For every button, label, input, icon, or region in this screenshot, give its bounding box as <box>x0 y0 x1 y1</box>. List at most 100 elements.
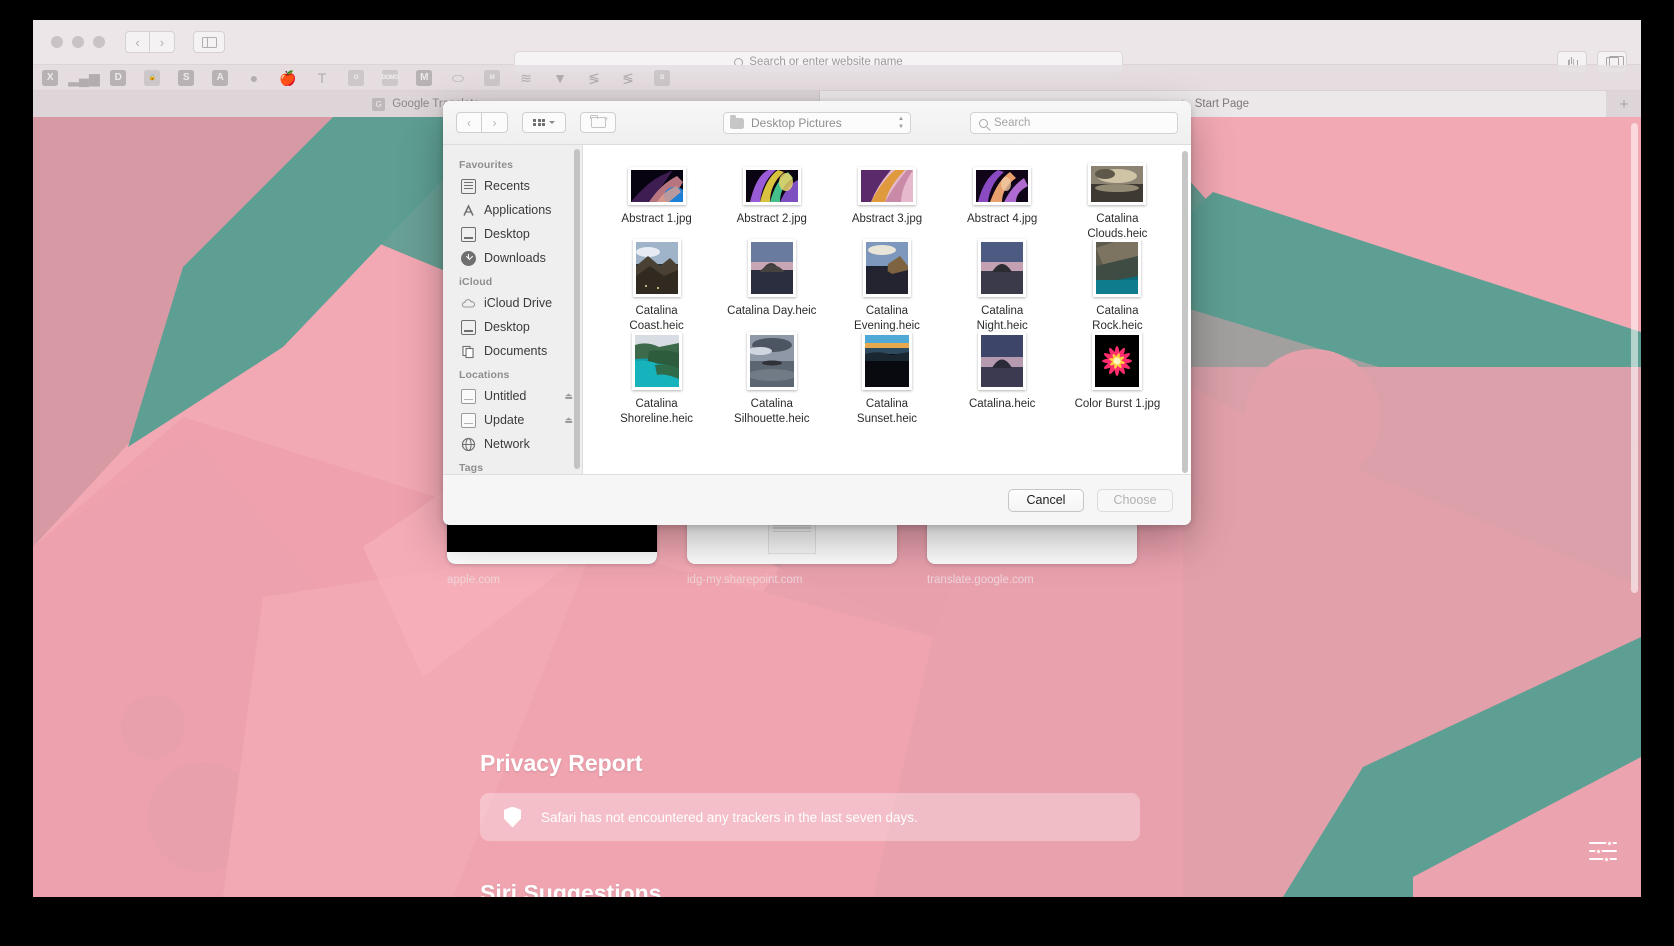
sliders-icon[interactable] <box>1589 839 1617 863</box>
sidebar-scrollbar[interactable] <box>574 149 580 469</box>
file-thumbnail[interactable] <box>628 167 686 205</box>
bookmark-a[interactable]: A <box>203 70 237 86</box>
dialog-body: Favourites Recents Applications Desktop <box>443 145 1191 474</box>
forward-button[interactable]: › <box>150 31 175 53</box>
sidebar-item-network[interactable]: Network <box>443 432 582 456</box>
file-thumbnail[interactable] <box>747 332 797 390</box>
file-item[interactable]: Catalina Evening.heic <box>829 255 944 333</box>
bookmark-m-dark[interactable]: M <box>407 70 441 86</box>
new-folder-button[interactable] <box>580 112 616 133</box>
privacy-report-card[interactable]: Safari has not encountered any trackers … <box>480 793 1140 841</box>
bookmark-m-light[interactable]: M <box>475 70 509 86</box>
bookmark-excel[interactable]: X <box>33 70 67 86</box>
file-thumbnail[interactable] <box>743 167 801 205</box>
sidebar-item-label: Desktop <box>484 227 530 241</box>
google-translate-icon: G <box>348 70 364 86</box>
file-thumbnail[interactable] <box>978 239 1026 297</box>
sidebar-item-update[interactable]: Update ⏏ <box>443 408 582 432</box>
file-item[interactable]: Catalina Rock.heic <box>1060 255 1175 333</box>
m-dark-icon: M <box>416 70 432 86</box>
bookmark-docs[interactable]: D <box>101 70 135 86</box>
minimize-button[interactable] <box>72 36 84 48</box>
file-item[interactable]: Catalina Coast.heic <box>599 255 714 333</box>
file-thumbnail[interactable] <box>863 239 911 297</box>
bookmark-layers[interactable]: ≋ <box>509 71 543 85</box>
sidebar-toggle-button[interactable] <box>193 31 225 53</box>
dialog-search-input[interactable]: Search <box>970 112 1178 134</box>
dialog-nav-buttons[interactable]: ‹ › <box>456 112 508 133</box>
page-scrollbar[interactable] <box>1631 123 1638 593</box>
siri-suggestions-heading: Siri Suggestions <box>480 880 661 897</box>
dialog-forward-button[interactable]: › <box>482 112 508 133</box>
zoom-button[interactable] <box>93 36 105 48</box>
new-tab-button[interactable]: + <box>1607 91 1641 117</box>
choose-button[interactable]: Choose <box>1097 489 1173 512</box>
file-grid-scrollbar[interactable] <box>1182 151 1188 473</box>
bulb-icon: ● <box>250 71 258 85</box>
bookmark-filter[interactable]: ▼ <box>543 71 577 85</box>
bookmark-oval[interactable]: ⬭ <box>441 71 475 85</box>
sidebar-item-icloud-desktop[interactable]: Desktop <box>443 315 582 339</box>
tab-label: Start Page <box>1195 98 1249 110</box>
bookmark-text[interactable]: T <box>305 71 339 85</box>
bookmark-stack-2[interactable]: ≶ <box>611 71 645 85</box>
bookmark-chart[interactable]: ▂▄▆ <box>67 71 101 85</box>
file-item[interactable]: Catalina Day.heic <box>714 255 829 333</box>
file-item[interactable]: Catalina.heic <box>945 348 1060 426</box>
file-thumbnail[interactable] <box>978 332 1026 390</box>
file-item[interactable]: Catalina Clouds.heic <box>1060 163 1175 241</box>
dialog-back-button[interactable]: ‹ <box>456 112 482 133</box>
file-item[interactable]: Catalina Shoreline.heic <box>599 348 714 426</box>
bookmark-google-translate[interactable]: G <box>339 70 373 86</box>
privacy-report-heading: Privacy Report <box>480 750 642 777</box>
file-thumbnail[interactable] <box>1092 332 1142 390</box>
bookmark-b[interactable]: B <box>645 70 679 86</box>
back-button[interactable]: ‹ <box>125 31 150 53</box>
file-name: Abstract 1.jpg <box>611 212 703 227</box>
harddisk-icon <box>461 413 476 428</box>
sidebar-item-icloud-drive[interactable]: iCloud Drive <box>443 291 582 315</box>
file-thumbnail[interactable] <box>1093 239 1141 297</box>
sidebar-item-documents[interactable]: Documents <box>443 339 582 363</box>
eject-icon[interactable]: ⏏ <box>564 391 573 402</box>
file-item[interactable]: Abstract 1.jpg <box>599 163 714 241</box>
path-popup-button[interactable]: Desktop Pictures ▲▼ <box>723 112 911 134</box>
eject-icon[interactable]: ⏏ <box>564 415 573 426</box>
file-item[interactable]: Abstract 3.jpg <box>829 163 944 241</box>
bookmark-bulb[interactable]: ● <box>237 71 271 85</box>
bookmark-domo[interactable]: DOMO <box>373 70 407 86</box>
file-thumbnail[interactable] <box>632 332 682 390</box>
file-thumbnail[interactable] <box>973 167 1031 205</box>
file-item[interactable]: Abstract 4.jpg <box>945 163 1060 241</box>
sidebar-item-label: Applications <box>484 203 551 217</box>
domo-icon: DOMO <box>382 70 398 86</box>
view-options-button[interactable] <box>522 112 566 133</box>
file-item[interactable]: Catalina Silhouette.heic <box>714 348 829 426</box>
file-thumbnail[interactable] <box>862 332 912 390</box>
file-item[interactable]: Catalina Night.heic <box>945 255 1060 333</box>
file-thumbnail[interactable] <box>1088 163 1146 205</box>
sidebar-item-desktop[interactable]: Desktop <box>443 222 582 246</box>
file-item[interactable]: Abstract 2.jpg <box>714 163 829 241</box>
file-item[interactable]: Catalina Sunset.heic <box>829 348 944 426</box>
file-thumbnail[interactable] <box>633 239 681 297</box>
sidebar-item-recents[interactable]: Recents <box>443 174 582 198</box>
bookmark-apple[interactable]: 🍎 <box>271 71 305 85</box>
file-thumbnail[interactable] <box>748 239 796 297</box>
window-controls[interactable] <box>51 36 105 48</box>
file-item[interactable]: Color Burst 1.jpg <box>1060 348 1175 426</box>
filter-icon: ▼ <box>553 71 567 85</box>
close-button[interactable] <box>51 36 63 48</box>
bookmark-lock[interactable]: 🔒 <box>135 70 169 86</box>
bookmark-s[interactable]: S <box>169 70 203 86</box>
file-thumbnail[interactable] <box>858 167 916 205</box>
navigation-buttons[interactable]: ‹ › <box>125 31 175 53</box>
sidebar-item-untitled[interactable]: Untitled ⏏ <box>443 384 582 408</box>
sidebar-group-favourites: Favourites <box>443 153 582 174</box>
sidebar-item-downloads[interactable]: Downloads <box>443 246 582 270</box>
documents-icon <box>461 344 476 359</box>
cancel-button[interactable]: Cancel <box>1008 489 1084 512</box>
google-translate-icon: G <box>372 98 385 111</box>
bookmark-stack-1[interactable]: ≶ <box>577 71 611 85</box>
sidebar-item-applications[interactable]: Applications <box>443 198 582 222</box>
